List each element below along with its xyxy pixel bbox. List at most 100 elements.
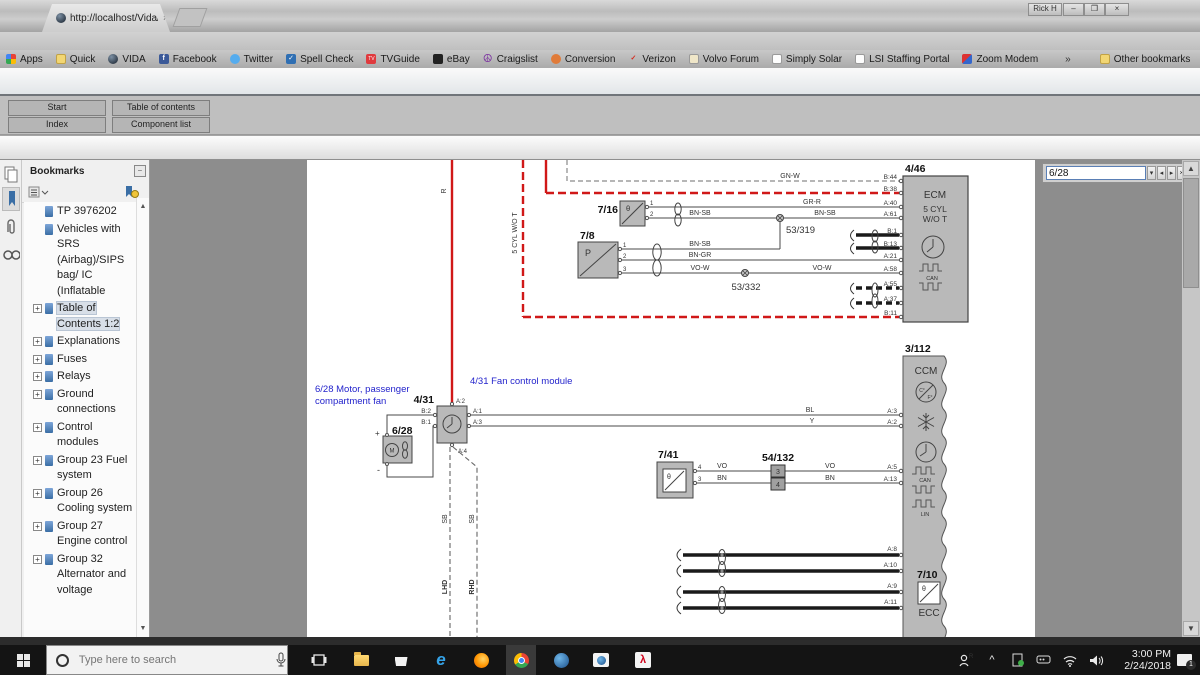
chrome-icon: [514, 653, 529, 668]
bookmark-item[interactable]: +Group 26 Cooling system: [24, 486, 136, 517]
acrobat-button[interactable]: λ: [628, 645, 658, 675]
peace-icon: [483, 54, 493, 64]
start-button[interactable]: Start: [8, 100, 106, 116]
options-list-icon[interactable]: [28, 185, 50, 199]
wifi-icon[interactable]: [1057, 645, 1083, 675]
bookmark-simplysolar[interactable]: Simply Solar: [772, 54, 842, 65]
search-binoculars-icon[interactable]: [2, 244, 20, 264]
find-previous-icon[interactable]: ◂: [1157, 166, 1166, 180]
conversion-icon: [551, 54, 561, 64]
document-scrollbar[interactable]: ▲ ▼: [1182, 160, 1200, 637]
thunderbird-button[interactable]: [546, 645, 576, 675]
expander-icon[interactable]: +: [33, 390, 42, 399]
page-thumbnails-icon[interactable]: [2, 165, 20, 185]
bookmark-item[interactable]: +Group 27 Engine control: [24, 519, 136, 550]
taskbar-clock[interactable]: 3:00 PM 2/24/2018: [1109, 648, 1171, 672]
expander-icon[interactable]: +: [33, 372, 42, 381]
bookmark-craigslist[interactable]: Craigslist: [483, 54, 538, 65]
notification-badge: 1: [1186, 660, 1196, 670]
bookmark-item[interactable]: TP 3976202: [24, 204, 136, 220]
bookmark-item[interactable]: +Control modules: [24, 420, 136, 451]
new-bookmark-icon[interactable]: [122, 185, 140, 199]
svg-text:7/16: 7/16: [598, 204, 619, 216]
browser-tab[interactable]: http://localhost/Vida/wir ×: [42, 4, 170, 32]
find-input[interactable]: [1046, 166, 1146, 180]
profile-button[interactable]: Rick H: [1028, 3, 1062, 16]
scrollbar-thumb[interactable]: [1183, 178, 1199, 288]
tray-chevron-icon[interactable]: ^: [979, 645, 1005, 675]
svg-text:BL: BL: [806, 407, 815, 414]
find-options-icon[interactable]: ▾: [1147, 166, 1156, 180]
bookmark-item[interactable]: +Fuses: [24, 352, 136, 368]
expander-icon[interactable]: +: [33, 337, 42, 346]
close-button[interactable]: ×: [1105, 3, 1129, 16]
task-view-button[interactable]: [304, 645, 334, 675]
expander-icon[interactable]: +: [33, 522, 42, 531]
scroll-up-icon[interactable]: ▲: [137, 200, 149, 213]
action-center-icon[interactable]: 1: [1177, 654, 1192, 666]
edge-button[interactable]: e: [426, 645, 456, 675]
bookmarks-panel-toggle[interactable]: [2, 187, 20, 211]
firefox-button[interactable]: [466, 645, 496, 675]
people-icon[interactable]: R: [953, 645, 979, 675]
expander-icon[interactable]: +: [33, 304, 42, 313]
mail-app-button[interactable]: [586, 645, 616, 675]
taskbar-search-input[interactable]: [77, 653, 239, 667]
find-next-icon[interactable]: ▸: [1167, 166, 1176, 180]
scroll-up-icon[interactable]: ▲: [1183, 161, 1199, 176]
bookmark-lsi[interactable]: LSI Staffing Portal: [855, 54, 949, 65]
bookmark-vida[interactable]: VIDA: [108, 54, 145, 65]
edge-icon: e: [436, 650, 445, 670]
bookmark-quick[interactable]: Quick: [56, 54, 96, 65]
bookmark-item[interactable]: +Relays: [24, 369, 136, 385]
minimize-button[interactable]: –: [1063, 3, 1084, 16]
bookmark-item[interactable]: +Ground connections: [24, 387, 136, 418]
volume-icon[interactable]: [1083, 645, 1109, 675]
attachments-icon[interactable]: [2, 218, 20, 238]
svg-text:7/41: 7/41: [658, 449, 679, 461]
expander-icon[interactable]: +: [33, 355, 42, 364]
expander-icon[interactable]: +: [33, 489, 42, 498]
bookmark-item[interactable]: Vehicles with SRS (Airbag)/SIPS bag/ IC …: [24, 222, 136, 300]
bookmark-item[interactable]: +Group 32 Alternator and voltage: [24, 552, 136, 599]
restore-button[interactable]: ❐: [1084, 3, 1105, 16]
expander-icon[interactable]: +: [33, 423, 42, 432]
file-explorer-button[interactable]: [346, 645, 376, 675]
component-ecc-7-10: 7/10 θ ECC: [917, 569, 940, 619]
bookmark-volvoforum[interactable]: Volvo Forum: [689, 54, 759, 65]
expander-icon[interactable]: +: [33, 456, 42, 465]
bookmark-item[interactable]: +Group 23 Fuel system: [24, 453, 136, 484]
chrome-button-active[interactable]: [506, 645, 536, 675]
start-button[interactable]: [0, 645, 46, 675]
bookmark-zoommodem[interactable]: Zoom Modem: [962, 54, 1038, 65]
other-bookmarks[interactable]: Other bookmarks: [1100, 54, 1191, 65]
tree-scrollbar[interactable]: ▲ ▼: [136, 198, 149, 637]
bookmark-facebook[interactable]: Facebook: [159, 54, 217, 65]
bookmark-item-selected[interactable]: +Table of Contents 1:2: [24, 301, 136, 332]
bookmark-tvguide[interactable]: TVGuide: [366, 54, 419, 65]
bookmark-apps[interactable]: Apps: [6, 54, 43, 65]
bookmark-item[interactable]: +Explanations: [24, 334, 136, 350]
device-icon[interactable]: [1031, 645, 1057, 675]
security-status-icon[interactable]: [1005, 645, 1031, 675]
tab-close-icon[interactable]: ×: [163, 13, 168, 23]
bookmark-conversion[interactable]: Conversion: [551, 54, 616, 65]
index-button[interactable]: Index: [8, 117, 106, 133]
bookmark-icon: [45, 554, 53, 565]
microphone-icon[interactable]: [275, 652, 287, 668]
scroll-down-icon[interactable]: ▼: [137, 622, 149, 635]
component-list-button[interactable]: Component list: [112, 117, 210, 133]
expander-icon[interactable]: +: [33, 555, 42, 564]
bookmark-verizon[interactable]: Verizon: [628, 54, 675, 65]
bookmark-twitter[interactable]: Twitter: [230, 54, 273, 65]
svg-text:4: 4: [776, 482, 780, 489]
bookmark-spellcheck[interactable]: Spell Check: [286, 54, 353, 65]
bookmark-ebay[interactable]: eBay: [433, 54, 470, 65]
scroll-down-icon[interactable]: ▼: [1183, 621, 1199, 636]
taskbar-search[interactable]: [46, 645, 288, 675]
bookmarks-overflow-chevron[interactable]: »: [1065, 54, 1071, 65]
panel-collapse-icon[interactable]: –: [134, 165, 146, 177]
new-tab-button[interactable]: [173, 8, 208, 27]
store-button[interactable]: [386, 645, 416, 675]
table-of-contents-button[interactable]: Table of contents: [112, 100, 210, 116]
